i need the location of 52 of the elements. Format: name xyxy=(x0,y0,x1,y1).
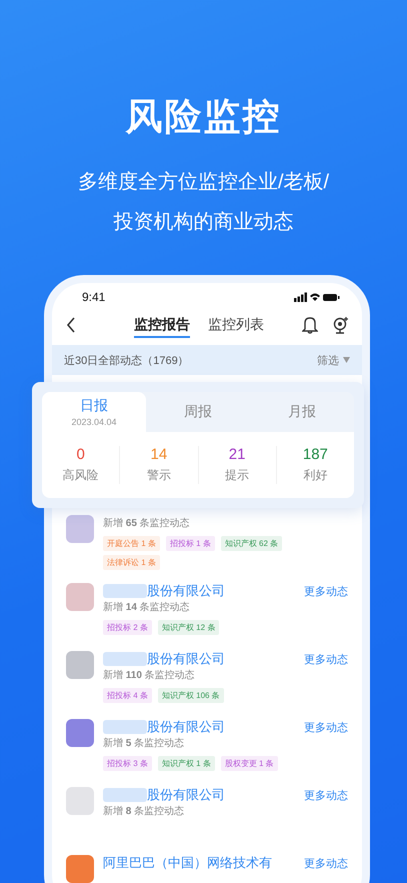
update-count: 新增 110 条监控动态 xyxy=(103,668,196,682)
company-name[interactable]: 股份有限公司 xyxy=(103,650,225,668)
tab-date: 2023.04.04 xyxy=(71,417,117,427)
company-name[interactable]: 股份有限公司 xyxy=(103,718,225,736)
tab-label: 月报 xyxy=(288,403,316,421)
category-tag: 股权变更 1 条 xyxy=(220,756,278,771)
more-link[interactable]: 更多动态 xyxy=(304,788,348,802)
nav-tab[interactable]: 监控列表 xyxy=(208,312,264,338)
company-name[interactable]: 阿里巴巴（中国）网络技术有 xyxy=(103,854,272,872)
bell-icon[interactable] xyxy=(302,316,318,334)
category-tag: 法律诉讼 1 条 xyxy=(103,555,160,570)
company-name[interactable]: 股份有限公司 xyxy=(103,786,225,804)
more-link[interactable]: 更多动态 xyxy=(304,856,348,870)
status-time: 9:41 xyxy=(82,290,106,304)
stat-label: 提示 xyxy=(225,467,250,484)
filter-button[interactable]: 筛选 xyxy=(317,352,350,368)
caret-icon xyxy=(343,357,350,363)
category-tag: 知识产权 106 条 xyxy=(158,688,224,703)
stat-label: 警示 xyxy=(146,467,171,484)
category-tag: 知识产权 12 条 xyxy=(158,620,220,635)
nav-tab[interactable]: 监控报告 xyxy=(134,312,190,338)
status-icons xyxy=(294,292,340,302)
category-tag: 招投标 4 条 xyxy=(103,688,152,703)
category-tag: 招投标 3 条 xyxy=(103,756,152,771)
more-link[interactable]: 更多动态 xyxy=(304,652,348,666)
update-count: 新增 8 条监控动态 xyxy=(103,804,186,818)
more-link[interactable]: 更多动态 xyxy=(304,584,348,598)
subtitle-line: 多维度全方位监控企业/老板/ xyxy=(78,170,330,195)
tab-label: 日报 xyxy=(80,397,108,415)
category-tag: 招投标 1 条 xyxy=(166,536,215,551)
subtitle-line: 投资机构的商业动态 xyxy=(114,210,294,235)
update-count: 新增 5 条监控动态 xyxy=(103,736,186,750)
summary-text: 近30日全部动态（1769） xyxy=(64,354,189,368)
report-tab[interactable]: 日报 2023.04.04 xyxy=(42,392,146,432)
stat-label: 高风险 xyxy=(62,467,99,484)
webcam-plus-icon[interactable] xyxy=(332,316,350,334)
update-count: 新增 14 条监控动态 xyxy=(103,600,191,614)
tab-label: 周报 xyxy=(184,403,212,421)
stat-value: 14 xyxy=(150,446,168,463)
more-link[interactable]: 更多动态 xyxy=(304,720,348,734)
back-icon[interactable] xyxy=(66,317,76,333)
headline: 风险监控 xyxy=(126,95,282,139)
category-tag: 知识产权 1 条 xyxy=(158,756,215,771)
company-name[interactable]: 股份有限公司 xyxy=(103,582,225,600)
stat-label: 利好 xyxy=(303,467,328,484)
category-tag: 知识产权 62 条 xyxy=(220,536,282,551)
category-tag: 开庭公告 1 条 xyxy=(103,536,160,551)
stat-value: 0 xyxy=(76,446,85,463)
stat-value: 187 xyxy=(302,446,328,463)
update-count: 新增 65 条监控动态 xyxy=(103,516,191,530)
stat-value: 21 xyxy=(228,446,246,463)
category-tag: 招投标 2 条 xyxy=(103,620,152,635)
